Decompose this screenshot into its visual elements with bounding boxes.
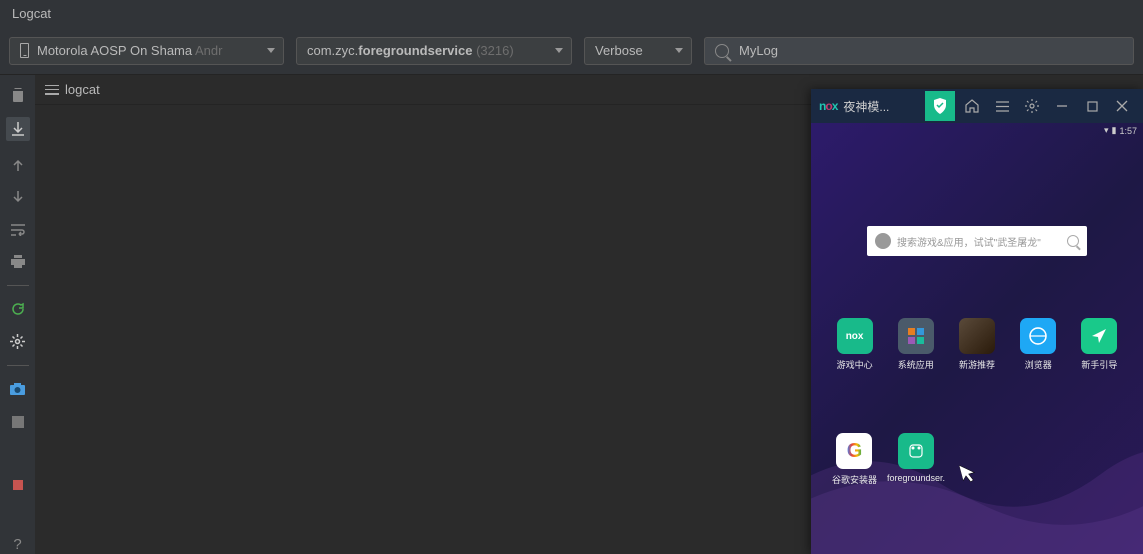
app-guide[interactable]: 新手引导: [1071, 318, 1128, 371]
process-dropdown[interactable]: com.zyc.foregroundservice (3216): [296, 37, 572, 65]
hamburger-icon[interactable]: [45, 85, 59, 95]
search-placeholder: 搜索游戏&应用，试试"武圣屠龙": [897, 234, 1041, 249]
chevron-down-icon: [267, 48, 275, 53]
tab-label: logcat: [65, 82, 100, 97]
battery-icon: ▮: [1112, 125, 1117, 136]
menu-icon[interactable]: [989, 93, 1015, 119]
close-button[interactable]: [1109, 93, 1135, 119]
logcat-panel-title: Logcat: [0, 0, 1143, 27]
status-time: 1:57: [1119, 126, 1137, 136]
log-level-dropdown[interactable]: Verbose: [584, 37, 692, 65]
device-icon: [20, 43, 29, 58]
chevron-down-icon: [675, 48, 683, 53]
gear-icon[interactable]: [1019, 93, 1045, 119]
wifi-icon: ▾: [1104, 125, 1109, 136]
process-name: com.zyc.foregroundservice (3216): [307, 43, 514, 58]
search-widget-logo: [875, 233, 891, 249]
app-icon: [898, 433, 934, 469]
restart-button[interactable]: [6, 300, 30, 318]
maximize-button[interactable]: [1079, 93, 1105, 119]
log-level-value: Verbose: [595, 43, 643, 58]
search-icon: [715, 44, 729, 58]
log-search-input[interactable]: [739, 43, 1123, 58]
chevron-down-icon: [555, 48, 563, 53]
settings-button[interactable]: [6, 333, 30, 351]
print-button[interactable]: [6, 253, 30, 271]
up-stack-button[interactable]: [6, 155, 30, 173]
divider: [7, 285, 29, 286]
search-icon: [1067, 235, 1079, 247]
scroll-to-end-button[interactable]: [6, 117, 30, 141]
minimize-button[interactable]: [1049, 93, 1075, 119]
app-icon: [959, 318, 995, 354]
title-text: Logcat: [12, 6, 51, 21]
android-status-bar: ▾ ▮ 1:57: [811, 123, 1143, 138]
help-button[interactable]: ?: [6, 536, 30, 554]
soft-wrap-button[interactable]: [6, 220, 30, 238]
emulator-title: 夜神模...: [843, 98, 889, 115]
app-grid-row-1: nox 游戏中心 系统应用 新游推荐 浏览器: [811, 318, 1143, 371]
record-button[interactable]: [6, 412, 30, 430]
app-icon: G: [836, 433, 872, 469]
app-icon: [1081, 318, 1117, 354]
app-google-installer[interactable]: G 谷歌安装器: [826, 433, 883, 486]
down-stack-button[interactable]: [6, 188, 30, 206]
app-game-center[interactable]: nox 游戏中心: [826, 318, 883, 371]
stop-button[interactable]: [6, 475, 30, 493]
app-system[interactable]: 系统应用: [887, 318, 944, 371]
home-search-widget[interactable]: 搜索游戏&应用，试试"武圣屠龙": [867, 226, 1087, 256]
app-icon: nox: [837, 318, 873, 354]
nox-emulator-window: nox 夜神模...: [811, 89, 1143, 554]
home-icon[interactable]: [959, 93, 985, 119]
filter-bar: Motorola AOSP On Shama Andr com.zyc.fore…: [0, 27, 1143, 75]
divider: [7, 365, 29, 366]
clear-button[interactable]: [6, 85, 30, 103]
app-icon: [1020, 318, 1056, 354]
logcat-toolbar: ?: [0, 75, 35, 554]
emulator-screen[interactable]: ▾ ▮ 1:57 搜索游戏&应用，试试"武圣屠龙" nox 游戏中心 系统应用 …: [811, 123, 1143, 554]
device-name: Motorola AOSP On Shama Andr: [37, 43, 222, 58]
screenshot-button[interactable]: [6, 380, 30, 398]
log-search-box[interactable]: [704, 37, 1134, 65]
emulator-titlebar[interactable]: nox 夜神模...: [811, 89, 1143, 123]
shield-icon[interactable]: [925, 91, 955, 121]
nox-logo: nox: [819, 99, 837, 113]
app-new-games[interactable]: 新游推荐: [948, 318, 1005, 371]
device-dropdown[interactable]: Motorola AOSP On Shama Andr: [9, 37, 284, 65]
app-browser[interactable]: 浏览器: [1010, 318, 1067, 371]
app-icon: [898, 318, 934, 354]
app-foregroundservice[interactable]: foregroundser.: [887, 433, 945, 486]
